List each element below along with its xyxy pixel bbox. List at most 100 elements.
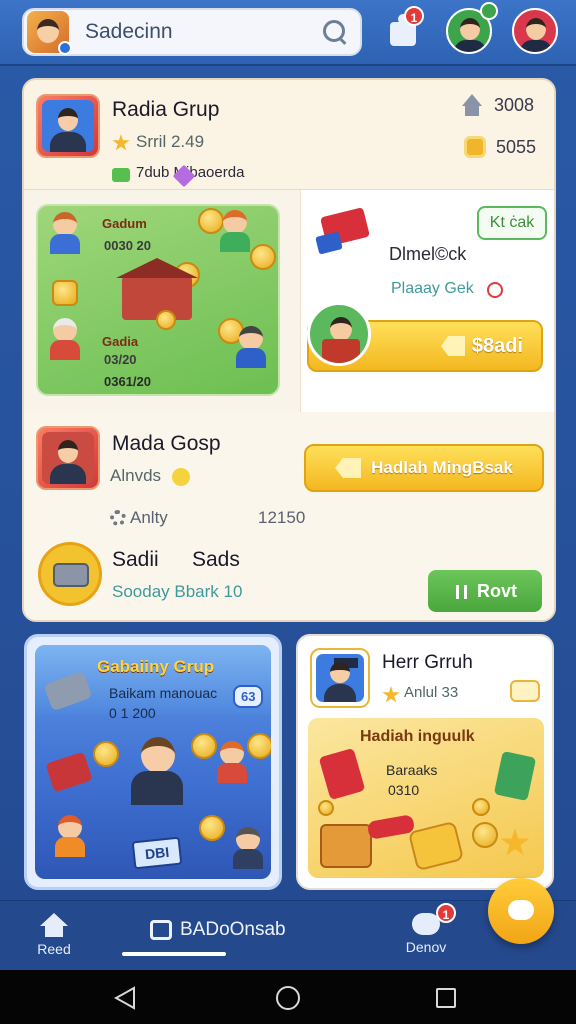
ribbon-icon: [366, 814, 416, 840]
star-icon: [382, 686, 400, 703]
back-icon[interactable]: [114, 986, 136, 1010]
promo-line1: Baikam manouac: [109, 685, 218, 701]
notification-badge: 1: [404, 6, 424, 26]
group-rating: Srril 2.49: [136, 132, 205, 151]
puzzle-icon[interactable]: 1: [384, 6, 428, 54]
game-row: Gadum 0030 20 Gadia 03/20 0361/20 Kt ċak…: [24, 190, 554, 412]
coin-icon: [472, 822, 498, 848]
promo-line2: 0 1 200: [109, 705, 156, 721]
promo-chip: 63: [233, 685, 264, 708]
activity-value: 12150: [258, 508, 306, 527]
coin-icon: [318, 800, 334, 816]
promo-card-right[interactable]: Herr Grruh Anlul 33 Hadiah inguulk Baraa…: [296, 634, 554, 890]
group-title: Mada Gosp: [112, 432, 221, 455]
group-avatar: [36, 426, 100, 490]
chat-square-icon: [150, 920, 172, 940]
search-input[interactable]: Sadecinn: [85, 20, 322, 44]
group-subtitle: Alnvds: [110, 466, 162, 485]
coin-icon: [93, 741, 119, 767]
activity-label: Anlty: [130, 508, 168, 527]
coin-icon: [464, 136, 486, 158]
art-label: Gadum: [102, 216, 147, 231]
art-line2: 0310: [388, 782, 420, 798]
route-button[interactable]: Rovt: [428, 570, 542, 612]
group-header-row[interactable]: Radia Grup Srril 2.49 7dub Mibaoerda 300…: [24, 80, 554, 190]
nav-home[interactable]: Reed: [26, 913, 82, 957]
star-icon: [112, 134, 130, 151]
app-avatar-icon[interactable]: [27, 11, 72, 55]
online-status-icon: [480, 2, 498, 20]
gift-card-icon: [318, 747, 366, 801]
coin-icon: [156, 310, 176, 330]
nav-chat-label: Denov: [405, 939, 447, 955]
character-illustration: [234, 326, 268, 368]
join-button[interactable]: Kt ċak: [477, 206, 547, 240]
active-tab-indicator: [122, 952, 226, 956]
card-title: Herr Grruh: [382, 652, 473, 673]
search-bar[interactable]: Sadecinn: [22, 8, 362, 56]
swap-icon: [453, 583, 471, 599]
gold-ticket-icon: [407, 820, 465, 872]
gift-button[interactable]: Hadlah MingBsak: [304, 444, 544, 492]
card-rating: Anlul 33: [404, 684, 459, 701]
treasure-basket-icon: [320, 824, 372, 868]
gear-icon: [110, 510, 126, 526]
item-subtitle: Sooday Bbark 10: [112, 582, 243, 601]
gem-icon: [52, 280, 78, 306]
floating-action-button[interactable]: [488, 878, 554, 944]
smile-icon: [172, 468, 190, 486]
nav-chat[interactable]: 1 Denov: [396, 903, 456, 955]
coin-icon: [191, 733, 217, 759]
art-value: 0030 20: [104, 238, 151, 253]
group-avatar: [310, 648, 370, 708]
character-illustration: [231, 827, 265, 869]
character-illustration: [53, 815, 87, 857]
gift-button-label: Hadlah MingBsak: [371, 458, 513, 477]
star-icon: [500, 828, 530, 856]
route-button-label: Rovt: [477, 580, 517, 601]
search-icon[interactable]: [322, 19, 348, 45]
home-icon: [460, 94, 484, 116]
home-stat-value: 3008: [494, 94, 535, 115]
coin-stat: 5055: [464, 136, 536, 158]
home-icon: [40, 913, 68, 937]
art-title: Hadiah inguulk: [360, 728, 475, 745]
camera-icon: [38, 542, 102, 606]
reward-panel: Kt ċak Dlmel©ck Plaaay Gek $8adi: [300, 190, 554, 412]
tag-icon: [335, 458, 362, 478]
clover-icon: [112, 168, 130, 182]
info-icon[interactable]: [487, 282, 503, 298]
character-illustration: [215, 741, 249, 783]
home-circle-icon[interactable]: [276, 986, 300, 1010]
group-detail-row: Mada Gosp Alnvds Hadlah MingBsak Anlty 1…: [24, 412, 554, 620]
coin-icon: [199, 815, 225, 841]
coin-icon: [247, 733, 271, 759]
art-value: 03/20: [104, 352, 137, 367]
promo-card-left[interactable]: Gabaiiny Grup Baikam manouac 0 1 200 63 …: [24, 634, 282, 890]
group-card: Radia Grup Srril 2.49 7dub Mibaoerda 300…: [22, 78, 556, 622]
group-title: Radia Grup: [112, 98, 220, 121]
home-stat: 3008: [460, 94, 534, 116]
promo-artwork: Gabaiiny Grup Baikam manouac 0 1 200 63 …: [35, 645, 271, 879]
nav-center[interactable]: BADoOnsab: [150, 919, 286, 941]
chat-icon: [508, 900, 534, 920]
character-illustration: [48, 318, 82, 360]
character-illustration: [218, 210, 252, 252]
promo-title: Gabaiiny Grup: [97, 657, 215, 676]
tag-icon: [441, 336, 465, 356]
art-line1: Baraaks: [386, 762, 438, 778]
reward-artwork: Hadiah inguulk Baraaks 0310: [308, 718, 544, 878]
recents-icon[interactable]: [436, 988, 456, 1008]
group-avatar: [36, 94, 100, 158]
nav-center-label: BADoOnsab: [180, 919, 286, 940]
art-value: 0361/20: [104, 374, 151, 389]
coin-icon: [472, 798, 490, 816]
ticket-icon: [510, 680, 540, 702]
ticket-icon: [315, 231, 343, 255]
game-artwork[interactable]: Gadum 0030 20 Gadia 03/20 0361/20: [36, 204, 280, 396]
coin-icon: [250, 244, 276, 270]
top-bar: Sadecinn 1: [0, 0, 576, 66]
ticket-label: DBI: [131, 836, 183, 870]
item-title: Sadii: [112, 548, 159, 571]
profile-avatar[interactable]: [512, 8, 558, 54]
